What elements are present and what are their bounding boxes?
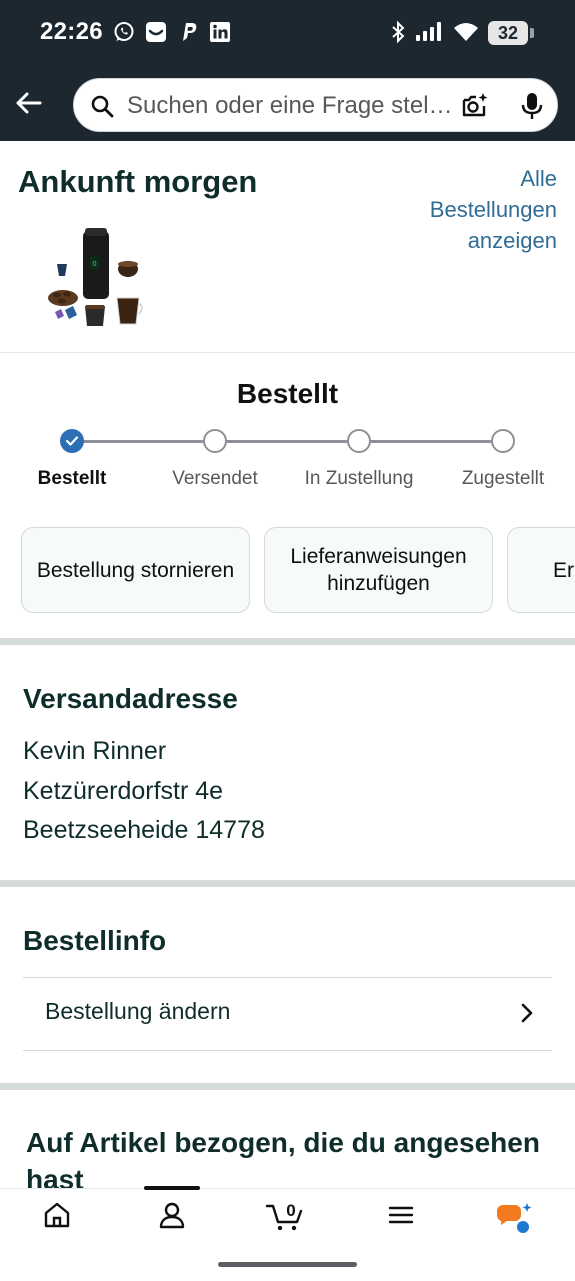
battery-icon: 32 (488, 21, 528, 45)
svg-text:0: 0 (92, 260, 96, 268)
whatsapp-icon (114, 22, 134, 41)
step-label-ordered: Bestellt (37, 468, 107, 489)
divider (0, 352, 575, 353)
step-dot-ordered (60, 429, 84, 453)
section-divider (0, 638, 575, 645)
order-info-title: Bestellinfo (23, 925, 167, 956)
order-status-heading: Bestellt (236, 378, 339, 409)
chevron-right-icon (521, 1003, 533, 1023)
add-delivery-instructions-button[interactable]: Lieferanweisungen hinzufügen (264, 527, 493, 613)
nav-home[interactable] (27, 1201, 87, 1241)
address-street: Ketzürerdorfstr 4e (23, 777, 224, 805)
microphone-icon[interactable] (518, 91, 546, 121)
all-orders-link[interactable]: Alle Bestellungen anzeigen (397, 163, 557, 256)
delivery-instructions-label: Lieferanweisungen hinzufügen (290, 545, 467, 595)
checkmark-icon (65, 436, 79, 446)
status-time: 22:26 (40, 18, 103, 45)
step-label-shipped: Versendet (172, 468, 258, 489)
rufus-icon (496, 1203, 532, 1233)
cancel-order-label: Bestellung stornieren (36, 558, 235, 582)
search-icon (91, 95, 114, 118)
step-dot-out-for-delivery (347, 429, 371, 453)
wifi-icon (454, 23, 478, 41)
signal-icon (416, 22, 441, 41)
linkedin-icon (210, 22, 230, 42)
app-header: 22:26 32 Suchen oder eine Frage stellen (0, 0, 575, 141)
gesture-bar[interactable] (218, 1262, 357, 1267)
section-divider (0, 880, 575, 887)
cancel-order-button[interactable]: Bestellung stornieren (21, 527, 250, 613)
product-image[interactable]: 0 (45, 226, 150, 331)
paypal-icon (183, 23, 197, 41)
step-label-delivered: Zugestellt (461, 468, 545, 489)
address-city: Beetzseeheide 14778 (23, 816, 265, 844)
cart-count: 0 (286, 1201, 296, 1220)
more-action-button[interactable]: Er (507, 527, 575, 613)
change-order-label: Bestellung ändern (45, 998, 231, 1024)
account-icon (159, 1202, 185, 1229)
nav-account[interactable] (142, 1201, 202, 1241)
more-action-label: Er (553, 558, 574, 582)
address-name: Kevin Rinner (23, 737, 167, 765)
arrival-title: Ankunft morgen (18, 164, 258, 199)
viewed-items-title: Auf Artikel bezogen, die du angesehen ha… (26, 1127, 540, 1195)
active-tab-indicator (144, 1186, 200, 1190)
step-label-out-for-delivery: In Zustellung (304, 468, 414, 489)
search-input[interactable]: Suchen oder eine Frage stellen (127, 79, 457, 133)
nav-menu[interactable] (371, 1201, 431, 1241)
menu-icon (388, 1206, 414, 1224)
progress-track (72, 440, 502, 443)
battery-nub (530, 28, 534, 38)
row-divider (23, 1050, 552, 1051)
shipping-address-title: Versandadresse (23, 683, 238, 714)
status-bar: 22:26 32 (0, 0, 575, 66)
inbox-icon (146, 22, 166, 42)
step-dot-shipped (203, 429, 227, 453)
home-icon (44, 1202, 70, 1228)
bluetooth-icon (392, 20, 405, 44)
back-arrow-icon[interactable] (12, 86, 46, 120)
step-dot-delivered (491, 429, 515, 453)
nav-rufus[interactable] (485, 1201, 545, 1241)
section-divider (0, 1083, 575, 1090)
camera-lens-icon[interactable] (460, 91, 490, 121)
change-order-row[interactable]: Bestellung ändern (23, 978, 552, 1050)
search-bar[interactable]: Suchen oder eine Frage stellen (73, 78, 558, 132)
